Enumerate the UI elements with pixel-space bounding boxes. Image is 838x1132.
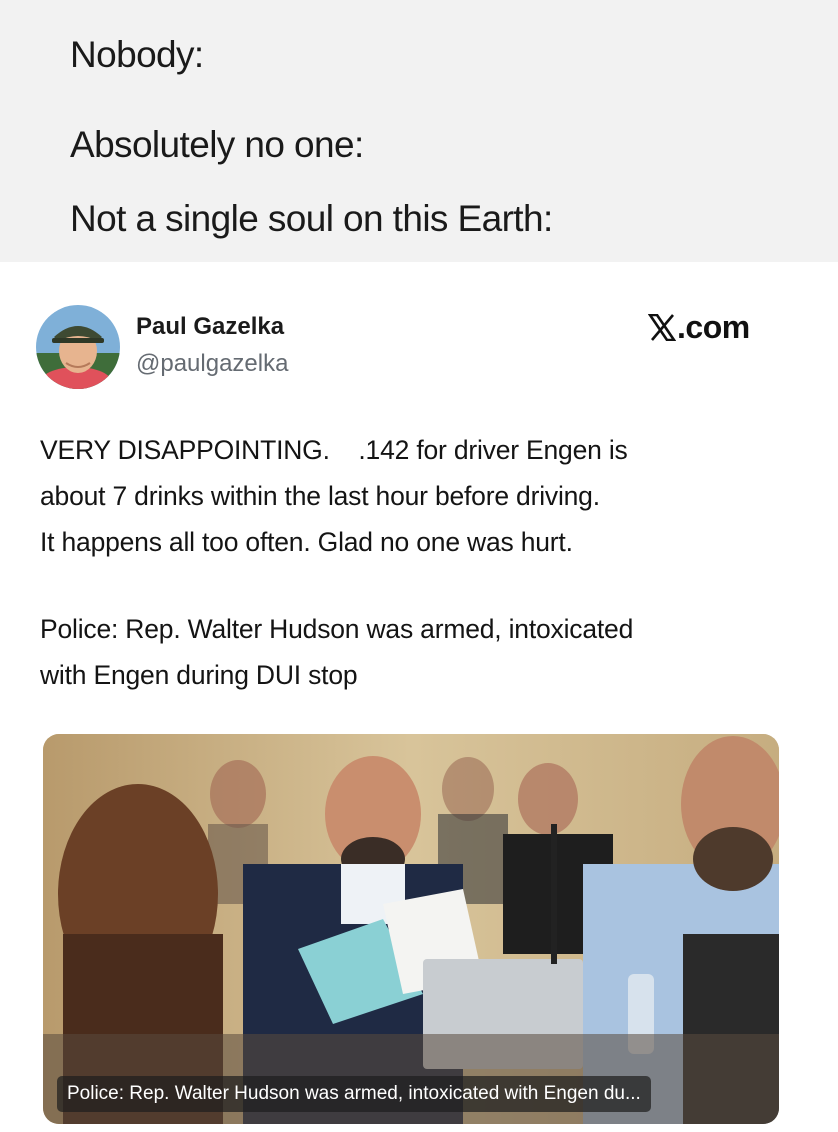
media-caption: Police: Rep. Walter Hudson was armed, in…	[57, 1076, 651, 1112]
post-text-line-3: It happens all too often. Glad no one wa…	[40, 527, 573, 557]
source-label[interactable]: .com	[647, 309, 750, 346]
meme-line-1: Nobody:	[70, 34, 204, 75]
source-text: .com	[677, 309, 750, 345]
post-text-line-1: VERY DISAPPOINTING. .142 for driver Enge…	[40, 435, 628, 465]
link-preview-image[interactable]: Police: Rep. Walter Hudson was armed, in…	[43, 734, 779, 1124]
x-logo-icon	[647, 313, 677, 342]
meme-line-3: Not a single soul on this Earth:	[70, 198, 553, 239]
author-avatar[interactable]	[36, 305, 120, 389]
link-title-line-1[interactable]: Police: Rep. Walter Hudson was armed, in…	[40, 616, 633, 643]
author-name[interactable]: Paul Gazelka	[136, 313, 284, 341]
meme-line-2: Absolutely no one:	[70, 124, 364, 165]
link-title-line-2[interactable]: with Engen during DUI stop	[40, 662, 358, 689]
post-text-line-2: about 7 drinks within the last hour befo…	[40, 481, 600, 511]
avatar-image	[36, 305, 120, 389]
news-photo	[43, 734, 779, 1124]
author-handle[interactable]: @paulgazelka	[136, 350, 288, 378]
